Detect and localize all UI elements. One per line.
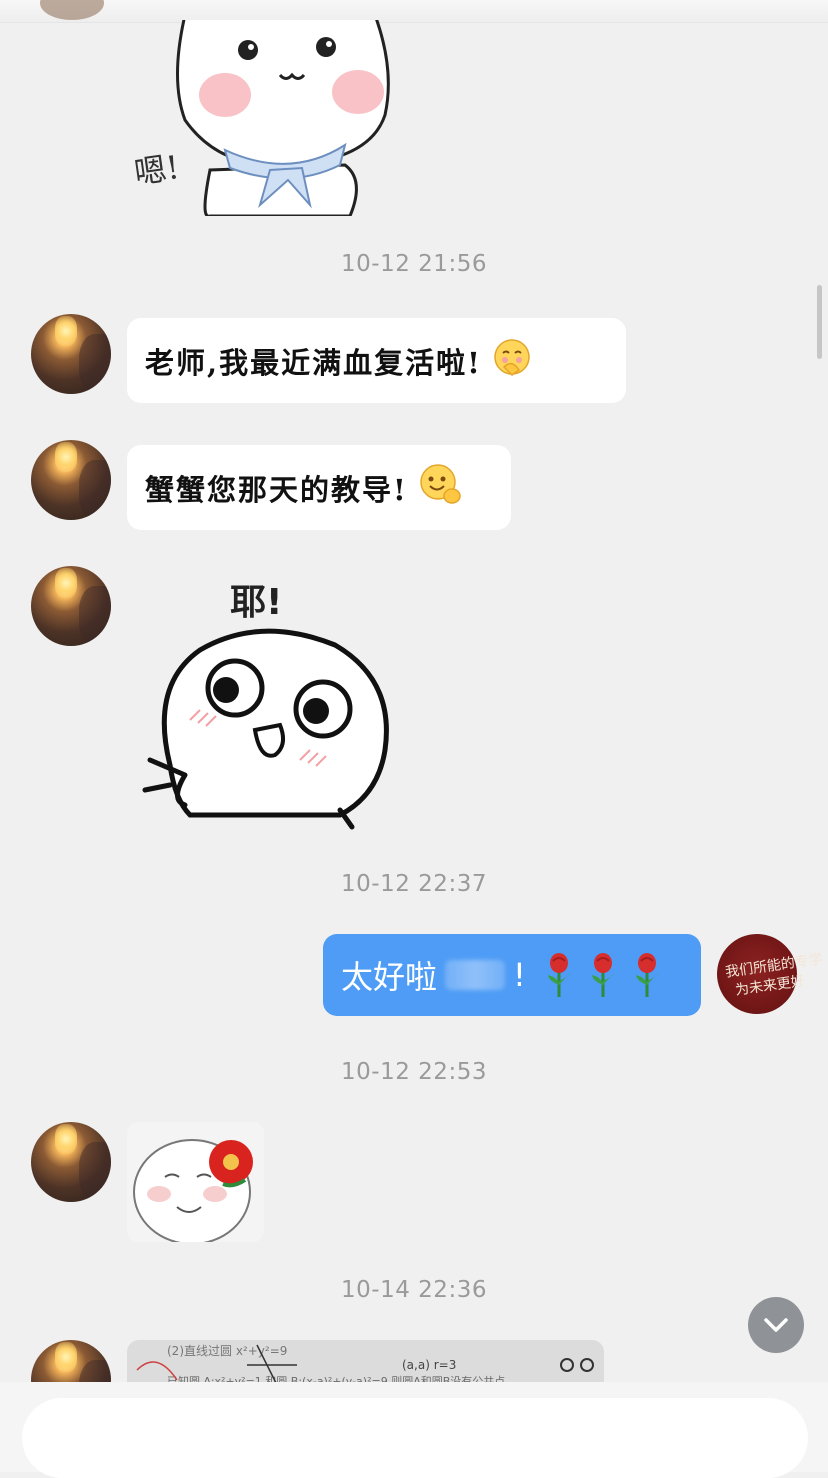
flower-face-sticker[interactable] bbox=[127, 1122, 264, 1242]
bunny-sticker-caption: 嗯! bbox=[131, 148, 182, 192]
scroll-to-bottom-button[interactable] bbox=[748, 1297, 804, 1353]
yeah-sticker-caption: 耶! bbox=[230, 582, 283, 623]
chevron-down-icon bbox=[764, 1318, 788, 1332]
scrollbar[interactable] bbox=[817, 285, 822, 359]
message-input[interactable] bbox=[22, 1398, 808, 1478]
flower-face-sticker-art bbox=[127, 1122, 264, 1242]
incoming-message-bubble[interactable]: 蟹蟹您那天的教导! bbox=[127, 445, 511, 530]
bunny-sticker[interactable]: 嗯! bbox=[130, 12, 400, 218]
contact-avatar[interactable] bbox=[31, 440, 111, 520]
timestamp: 10-12 22:53 bbox=[341, 1059, 487, 1085]
giggle-emoji-icon bbox=[418, 462, 462, 513]
top-partial-header bbox=[0, 0, 828, 23]
timestamp: 10-14 22:36 bbox=[341, 1277, 487, 1303]
incoming-message-bubble[interactable]: 老师,我最近满血复活啦! bbox=[127, 318, 626, 403]
message-text-exclaim: ! bbox=[513, 956, 526, 994]
outgoing-message-bubble[interactable]: 太好啦 ! bbox=[323, 934, 701, 1016]
shy-smile-emoji-icon bbox=[492, 337, 532, 384]
contact-avatar[interactable] bbox=[31, 1122, 111, 1202]
rose-icon bbox=[544, 951, 662, 999]
partial-avatar bbox=[40, 0, 104, 20]
contact-avatar[interactable] bbox=[31, 566, 111, 646]
contact-avatar[interactable] bbox=[31, 314, 111, 394]
message-text: 老师,我最近满血复活啦! bbox=[145, 345, 482, 380]
yeah-sticker[interactable]: 耶! bbox=[130, 565, 400, 835]
redacted-name bbox=[445, 960, 506, 990]
timestamp: 10-12 22:37 bbox=[341, 871, 487, 897]
timestamp: 10-12 21:56 bbox=[341, 251, 487, 277]
message-text: 蟹蟹您那天的教导! bbox=[145, 472, 408, 507]
message-text: 太好啦 bbox=[341, 958, 438, 996]
my-avatar[interactable]: 我们所能的专学 为未来更好 bbox=[717, 934, 824, 1014]
